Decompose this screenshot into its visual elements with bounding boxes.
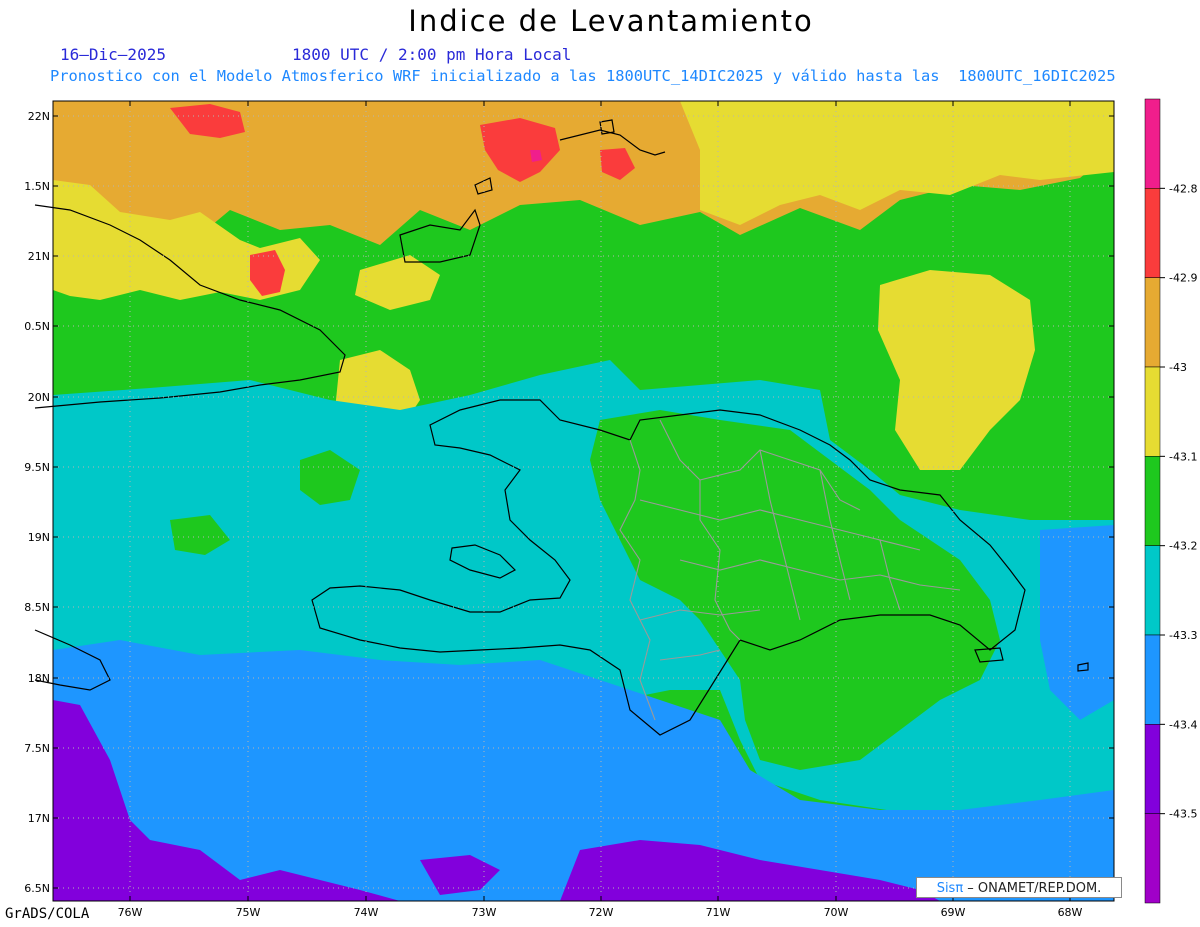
- color-legend: -42.8 -42.9 -43 -43.1 -43.2 -43.3 -43.4 -43.5: [1144, 98, 1197, 904]
- logo-sis: Sisπ: [936, 881, 964, 896]
- map-plot-area: [53, 101, 1114, 901]
- legend-label: -43.2: [1169, 540, 1197, 553]
- lon-label: 69W: [941, 906, 966, 919]
- lat-label: 20N: [28, 391, 50, 404]
- legend-label: -43.3: [1169, 629, 1197, 642]
- lon-label: 74W: [354, 906, 379, 919]
- lon-label: 73W: [472, 906, 497, 919]
- legend-swatch: [1144, 545, 1161, 636]
- lon-label: 68W: [1058, 906, 1083, 919]
- legend-swatch: [1144, 813, 1161, 904]
- lat-label: 0.5N: [24, 320, 50, 333]
- lat-label: 9.5N: [24, 461, 50, 474]
- lon-label: 72W: [589, 906, 614, 919]
- lat-label: 18N: [28, 672, 50, 685]
- lat-label: 17N: [28, 812, 50, 825]
- legend-label: -43.5: [1169, 808, 1197, 821]
- legend-swatch: [1144, 277, 1161, 368]
- legend-label: -43: [1169, 361, 1187, 374]
- lon-label: 71W: [706, 906, 731, 919]
- legend-swatch: [1144, 188, 1161, 278]
- lat-label: 7.5N: [24, 742, 50, 755]
- legend-label: -42.8: [1169, 182, 1197, 195]
- lat-label: 22N: [28, 110, 50, 123]
- lat-labels: 22N 1.5N 21N 0.5N 20N 9.5N 19N 8.5N 18N …: [24, 110, 50, 895]
- legend-swatch: [1144, 634, 1161, 725]
- lifted-index-map: 22N 1.5N 21N 0.5N 20N 9.5N 19N 8.5N 18N …: [24, 98, 1197, 919]
- legend-swatch: [1144, 98, 1161, 189]
- sispi-logo: Sisπ – ONAMET/REP.DOM.: [916, 877, 1122, 898]
- legend-swatch: [1144, 724, 1161, 814]
- lat-label: 1.5N: [24, 180, 50, 193]
- lon-label: 75W: [236, 906, 261, 919]
- lat-label: 19N: [28, 531, 50, 544]
- legend-swatch: [1144, 366, 1161, 457]
- lat-label: 21N: [28, 250, 50, 263]
- grads-credit: GrADS/COLA: [5, 906, 90, 922]
- lon-label: 76W: [118, 906, 143, 919]
- logo-org: – ONAMET/REP.DOM.: [963, 881, 1102, 896]
- lat-label: 8.5N: [24, 601, 50, 614]
- legend-label: -43.1: [1169, 450, 1197, 463]
- lon-label: 70W: [824, 906, 849, 919]
- legend-label: -43.4: [1169, 718, 1197, 731]
- legend-swatch: [1144, 456, 1161, 546]
- legend-label: -42.9: [1169, 272, 1197, 285]
- lat-label: 6.5N: [24, 882, 50, 895]
- lon-labels: 76W 75W 74W 73W 72W 71W 70W 69W 68W: [118, 906, 1083, 919]
